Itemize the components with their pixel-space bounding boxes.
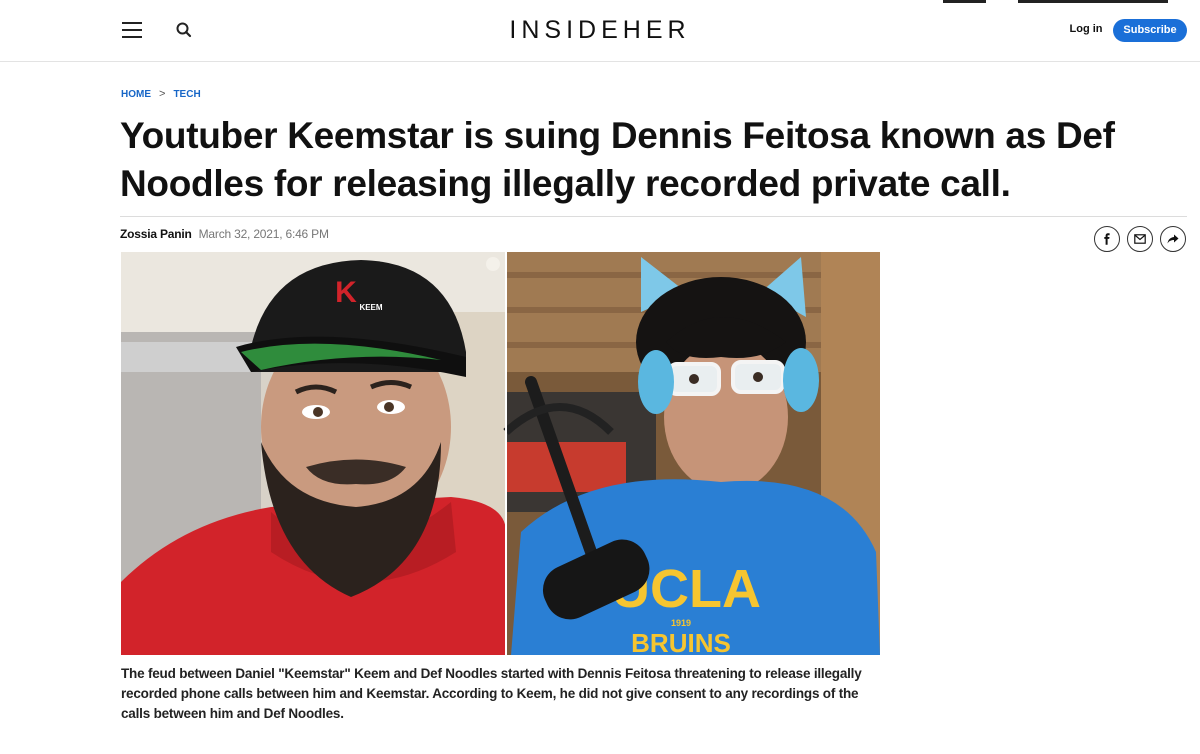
top-edge-tab [943,0,986,3]
email-icon[interactable] [1127,226,1153,252]
photo-caption: The feud between Daniel "Keemstar" Keem … [121,666,862,721]
cap-logo-letter: K [335,276,357,309]
byline: Zossia Panin March 32, 2021, 6:46 PM [120,227,329,241]
article-photo: K KEEM UCLA 1919 BRUINS [121,252,880,655]
breadcrumb-tech[interactable]: TECH [173,89,200,100]
site-logo[interactable]: INSIDEHER [0,16,1200,45]
top-edge-tab [1018,0,1168,3]
publish-date: March 32, 2021, 6:46 PM [198,227,329,241]
subscribe-button[interactable]: Subscribe [1113,19,1187,42]
divider [120,216,1187,217]
breadcrumb-separator: > [159,88,166,100]
login-link[interactable]: Log in [1060,23,1112,35]
breadcrumb-home[interactable]: HOME [121,89,151,100]
site-header: INSIDEHER Log in Subscribe [0,0,1200,62]
share-arrow-icon[interactable] [1160,226,1186,252]
article-headline: Youtuber Keemstar is suing Dennis Feitos… [120,115,1115,204]
author-name[interactable]: Zossia Panin [120,227,192,241]
facebook-icon[interactable] [1094,226,1120,252]
breadcrumb: HOME > TECH [121,88,201,100]
shirt-sub-text: BRUINS [631,628,731,655]
cap-logo-word: KEEM [359,303,382,312]
shirt-year-text: 1919 [671,618,691,628]
